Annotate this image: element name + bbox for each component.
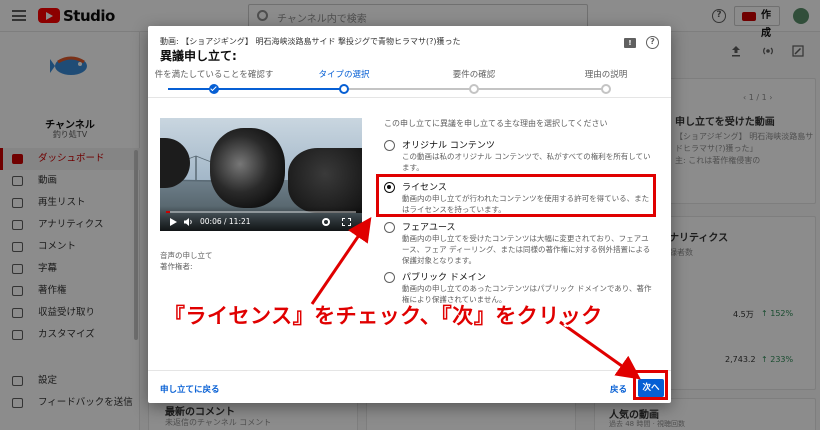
option-desc: この動画は私のオリジナル コンテンツで、私がすべての権利を所有しています。 bbox=[402, 152, 651, 172]
step-line-1 bbox=[214, 88, 344, 90]
fullscreen-icon[interactable] bbox=[342, 218, 351, 226]
back-to-claim-link[interactable]: 申し立てに戻る bbox=[160, 383, 220, 395]
feedback-icon[interactable]: ! bbox=[624, 38, 636, 48]
radio-fair-use[interactable] bbox=[384, 222, 395, 233]
play-icon[interactable] bbox=[170, 218, 177, 226]
option-title: フェアユース bbox=[402, 223, 456, 233]
dialog-video-title: 動画: 【ショアジギング】 明石海峡淡路島サイド 撃投ジグで青物ヒラマサ(?)獲… bbox=[160, 37, 461, 46]
claim-type-label: 音声の申し立て bbox=[160, 251, 213, 260]
step-dot-done bbox=[209, 84, 219, 94]
video-player[interactable]: 00:06 / 11:21 bbox=[160, 118, 362, 231]
step-label-2: タイプの選択 bbox=[318, 70, 370, 80]
step-indicator: 件を満たしていることを確認す タイプの選択 要件の確認 理由の説明 bbox=[148, 64, 671, 98]
option-title: オリジナル コンテンツ bbox=[402, 141, 495, 151]
video-progress-fill bbox=[166, 211, 170, 213]
reason-prompt: この申し立てに異議を申し立てる主な理由を選択してください bbox=[384, 119, 608, 128]
license-highlight-box bbox=[376, 174, 656, 217]
step-dot-current bbox=[339, 84, 349, 94]
step-label-4: 理由の説明 bbox=[584, 70, 628, 80]
volume-icon[interactable] bbox=[184, 218, 193, 226]
next-highlight-box bbox=[633, 370, 668, 400]
step-line-lead bbox=[168, 88, 214, 90]
radio-public-domain[interactable] bbox=[384, 272, 395, 283]
option-fair-use[interactable]: フェアユース 動画内の申し立てを受けたコンテンツは大幅に変更されており、フェアユ… bbox=[384, 220, 656, 266]
step-dot-future bbox=[601, 84, 611, 94]
back-button[interactable]: 戻る bbox=[610, 383, 627, 395]
radio-original[interactable] bbox=[384, 140, 395, 151]
help-icon[interactable]: ? bbox=[646, 36, 659, 49]
video-time: 00:06 / 11:21 bbox=[200, 217, 251, 226]
option-original-content[interactable]: オリジナル コンテンツ この動画は私のオリジナル コンテンツで、私がすべての権利… bbox=[384, 138, 656, 172]
step-label-1: 件を満たしていることを確認す bbox=[154, 70, 274, 80]
gear-icon[interactable] bbox=[322, 218, 330, 226]
option-desc: 動画内の申し立てを受けたコンテンツは大幅に変更されており、フェアユース、フェア … bbox=[402, 234, 651, 265]
dialog-footer: 申し立てに戻る 戻る 次へ bbox=[148, 370, 671, 403]
video-progress-bar[interactable] bbox=[166, 211, 356, 213]
copyright-owner-label: 著作権者: bbox=[160, 262, 193, 271]
video-reel bbox=[210, 128, 285, 208]
step-dot-future bbox=[469, 84, 479, 94]
video-right-hand bbox=[288, 148, 362, 213]
option-title: パブリック ドメイン bbox=[402, 273, 486, 283]
step-label-3: 要件の確認 bbox=[452, 70, 496, 80]
annotation-instruction: 『ライセンス』をチェック、『次』をクリック bbox=[164, 304, 603, 328]
video-controls: 00:06 / 11:21 bbox=[160, 206, 362, 231]
dialog-title: 異議申し立て: bbox=[160, 49, 237, 63]
